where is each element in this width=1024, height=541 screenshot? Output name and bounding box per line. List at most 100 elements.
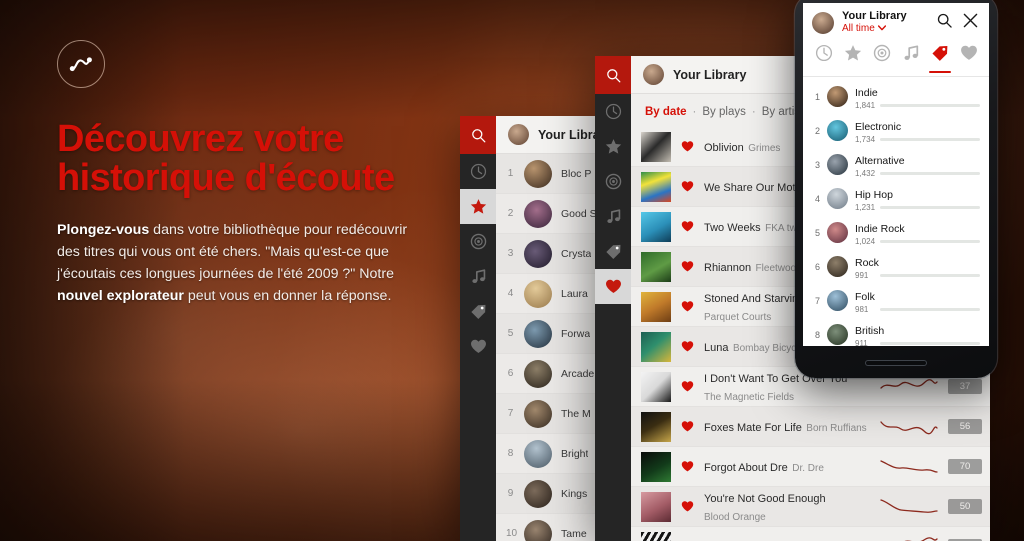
artist-avatar bbox=[524, 439, 552, 468]
album-art bbox=[641, 331, 671, 362]
rail-item-albums[interactable] bbox=[595, 164, 631, 199]
artist-rank: 5 bbox=[507, 328, 514, 339]
love-heart-icon[interactable] bbox=[680, 260, 695, 273]
tag-row[interactable]: 6 Rock 991 bbox=[803, 249, 989, 283]
active-tab-indicator bbox=[900, 71, 922, 74]
tag-rank: 3 bbox=[814, 159, 820, 170]
sort-tab-by-date[interactable]: By date bbox=[645, 106, 687, 118]
phone-tab-top[interactable] bbox=[838, 44, 867, 77]
album-art bbox=[641, 211, 671, 242]
hero-body-bold-1: Plongez-vous bbox=[57, 222, 150, 239]
tag-row[interactable]: 5 Indie Rock 1,024 bbox=[803, 215, 989, 249]
tag-icon bbox=[931, 44, 949, 67]
rail-item-recent[interactable] bbox=[595, 94, 631, 129]
heart-icon bbox=[960, 44, 978, 67]
rail-item-loved[interactable] bbox=[460, 329, 496, 364]
clock-icon bbox=[470, 163, 487, 180]
page-title: Découvrez votre historique d'écoute bbox=[57, 119, 457, 198]
love-heart-icon[interactable] bbox=[680, 500, 695, 513]
rail-item-albums[interactable] bbox=[460, 224, 496, 259]
phone-tab-recent[interactable] bbox=[809, 44, 838, 77]
album-art bbox=[641, 131, 671, 162]
album-art bbox=[641, 291, 671, 322]
artist-avatar bbox=[524, 399, 552, 428]
rail-item-tags[interactable] bbox=[460, 294, 496, 329]
artist-name: Arcade bbox=[561, 367, 595, 380]
tag-scrobble-count: 1,024 bbox=[855, 237, 876, 247]
track-row[interactable]: Foxes Mate For Life Born Ruffians 56 bbox=[631, 407, 990, 447]
artist-avatar bbox=[524, 279, 552, 308]
avatar[interactable] bbox=[812, 11, 834, 34]
phone-screen[interactable]: Your Library All time 1 Indie 1,841 2 El… bbox=[803, 3, 989, 346]
love-heart-icon[interactable] bbox=[680, 380, 695, 393]
tag-rank: 4 bbox=[814, 193, 820, 204]
tag-gauge bbox=[880, 240, 980, 244]
love-heart-icon[interactable] bbox=[680, 220, 695, 233]
rail-item-top[interactable] bbox=[460, 189, 496, 224]
artist-rank: 3 bbox=[507, 248, 514, 259]
phone-tab-tags[interactable] bbox=[925, 44, 954, 77]
tag-name: Alternative bbox=[855, 155, 905, 168]
tag-rank: 7 bbox=[814, 295, 820, 306]
music-note-icon bbox=[470, 268, 487, 285]
love-heart-icon[interactable] bbox=[680, 140, 695, 153]
love-heart-icon[interactable] bbox=[680, 420, 695, 433]
active-tab-indicator bbox=[813, 71, 835, 74]
track-artist: The Magnetic Fields bbox=[704, 391, 795, 403]
tag-row[interactable]: 4 Hip Hop 1,231 bbox=[803, 181, 989, 215]
rail-item-tracks[interactable] bbox=[460, 259, 496, 294]
rail-item-tracks[interactable] bbox=[595, 199, 631, 234]
artist-avatar bbox=[524, 159, 552, 188]
rail-item-recent[interactable] bbox=[460, 154, 496, 189]
love-heart-icon[interactable] bbox=[680, 300, 695, 313]
play-sparkline bbox=[879, 375, 939, 399]
love-heart-icon[interactable] bbox=[680, 180, 695, 193]
phone-title: Your Library bbox=[842, 10, 907, 22]
avatar bbox=[508, 124, 529, 145]
tag-row[interactable]: 3 Alternative 1,432 bbox=[803, 147, 989, 181]
rail-item-top[interactable] bbox=[595, 129, 631, 164]
active-tab-indicator bbox=[958, 71, 980, 74]
phone-tab-tracks[interactable] bbox=[896, 44, 925, 77]
tag-gauge bbox=[880, 206, 980, 210]
love-heart-icon[interactable] bbox=[680, 340, 695, 353]
phone-tab-loved[interactable] bbox=[954, 44, 983, 77]
artist-name: Kings bbox=[561, 487, 588, 500]
artist-rank: 10 bbox=[506, 528, 518, 539]
disc-icon bbox=[605, 173, 622, 190]
rail-search-button[interactable] bbox=[460, 116, 496, 154]
artist-rank: 4 bbox=[507, 288, 514, 299]
rail-item-tags[interactable] bbox=[595, 234, 631, 269]
tag-row[interactable]: 1 Indie 1,841 bbox=[803, 79, 989, 113]
tag-scrobble-count: 1,734 bbox=[855, 135, 876, 145]
tag-chart-list[interactable]: 1 Indie 1,841 2 Electronic 1,734 3 Alter… bbox=[803, 77, 989, 346]
play-sparkline bbox=[879, 495, 939, 519]
artist-rank: 8 bbox=[507, 448, 514, 459]
phone-tab-bar[interactable] bbox=[803, 41, 989, 78]
track-row[interactable]: Forgot About Dre Dr. Dre 70 bbox=[631, 447, 990, 487]
tag-row[interactable]: 7 Folk 981 bbox=[803, 283, 989, 317]
tag-row[interactable]: 2 Electronic 1,734 bbox=[803, 113, 989, 147]
play-count: 70 bbox=[948, 459, 982, 474]
close-icon[interactable] bbox=[963, 13, 978, 33]
tag-artwork bbox=[827, 86, 848, 108]
rail-search-button[interactable] bbox=[595, 56, 631, 94]
period-selector[interactable]: All time bbox=[842, 23, 929, 36]
phone-tab-albums[interactable] bbox=[867, 44, 896, 77]
sidebar-rail-mid[interactable] bbox=[595, 56, 631, 541]
tag-rank: 6 bbox=[814, 261, 820, 272]
scrobble-wave-icon bbox=[57, 40, 105, 88]
rail-item-loved[interactable] bbox=[595, 269, 631, 304]
love-heart-icon[interactable] bbox=[680, 460, 695, 473]
tag-gauge bbox=[880, 138, 980, 142]
search-icon[interactable] bbox=[937, 13, 952, 33]
track-row[interactable]: Love Is A Number 56 bbox=[631, 527, 990, 541]
sort-tab-by-plays[interactable]: By plays bbox=[702, 106, 745, 118]
tag-row[interactable]: 8 British 911 bbox=[803, 317, 989, 346]
disc-icon bbox=[470, 233, 487, 250]
track-title: Foxes Mate For Life bbox=[704, 421, 802, 434]
track-artist: Parquet Courts bbox=[704, 311, 772, 323]
track-row[interactable]: You're Not Good Enough Blood Orange 50 bbox=[631, 487, 990, 527]
sidebar-rail-back[interactable] bbox=[460, 116, 496, 541]
tag-name: Hip Hop bbox=[855, 189, 893, 202]
